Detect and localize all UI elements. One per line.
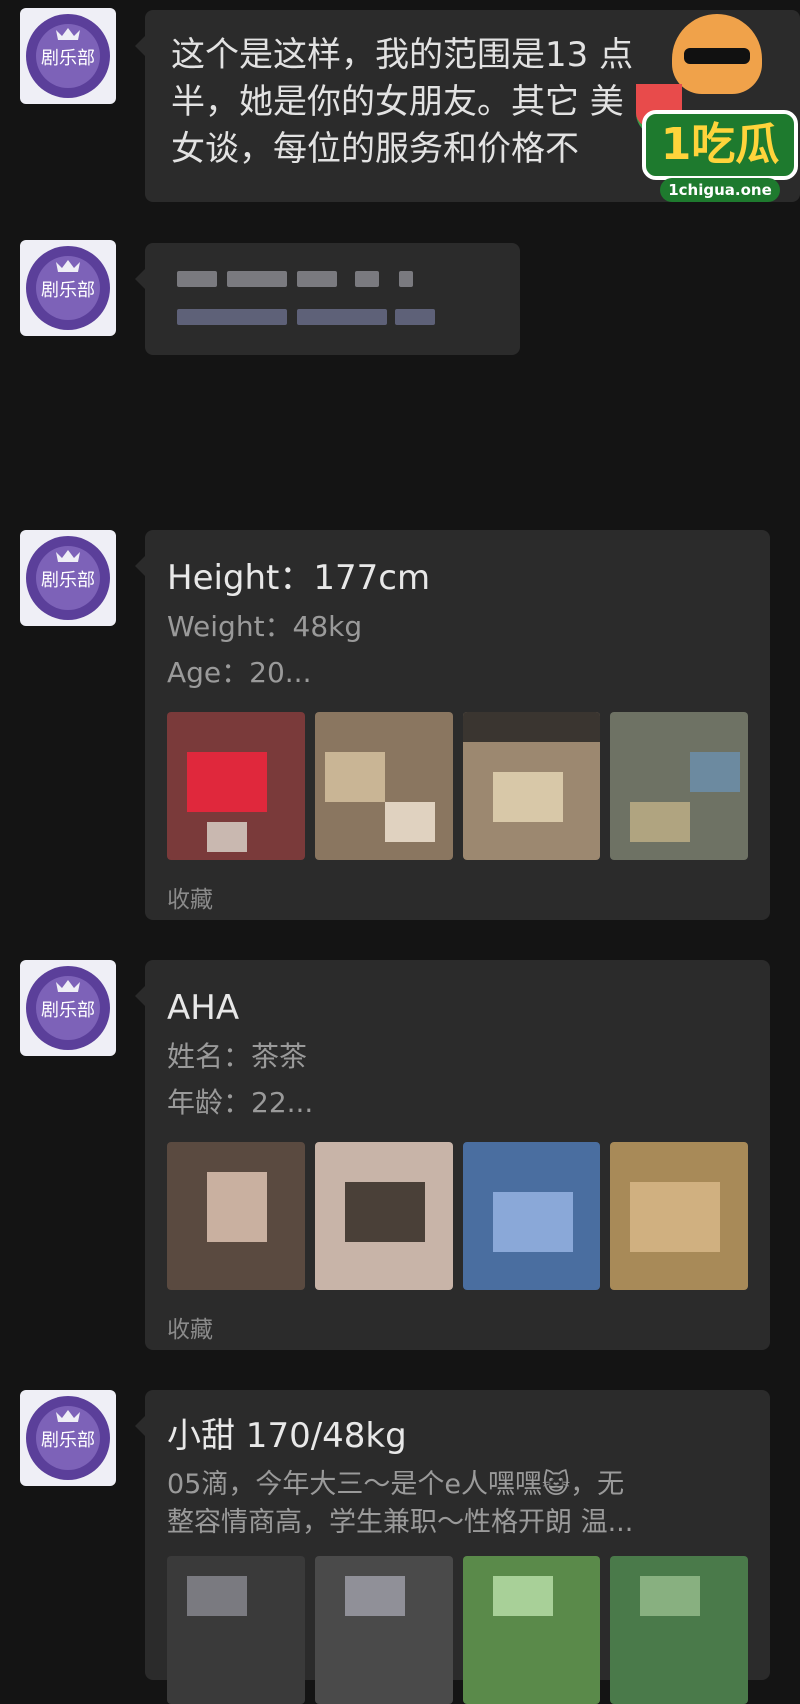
pixelated-text bbox=[399, 271, 413, 287]
sunglasses-icon bbox=[684, 48, 750, 64]
card-line: Weight：48kg bbox=[167, 610, 363, 643]
avatar[interactable]: 剧乐部 bbox=[20, 1390, 116, 1486]
pixelated-text bbox=[297, 309, 387, 325]
profile-card[interactable]: AHA 姓名：茶茶 年龄：22... 收藏 bbox=[135, 960, 770, 1350]
photo-thumbnail[interactable] bbox=[314, 1556, 453, 1704]
profile-card[interactable]: 小甜 170/48kg 05滴，今年大三～是个e人嘿嘿😺，无 整容情商高，学生兼… bbox=[135, 1390, 770, 1704]
blurred-message-bubble[interactable] bbox=[135, 243, 520, 355]
photo-thumbnail[interactable] bbox=[314, 1142, 453, 1290]
pixelated-text bbox=[177, 309, 287, 325]
card-title: AHA bbox=[167, 988, 240, 1028]
thumbnail-row bbox=[167, 1142, 748, 1290]
profile-card[interactable]: Height：177cm Weight：48kg Age：20... 收藏 bbox=[135, 530, 770, 920]
photo-thumbnail[interactable] bbox=[610, 1142, 748, 1290]
photo-thumbnail[interactable] bbox=[167, 712, 305, 860]
photo-thumbnail[interactable] bbox=[167, 1556, 305, 1704]
club-crest-icon: 剧乐部 bbox=[26, 246, 110, 330]
photo-thumbnail[interactable] bbox=[462, 712, 601, 860]
card-title: Height：177cm bbox=[167, 558, 431, 598]
avatar[interactable]: 剧乐部 bbox=[20, 530, 116, 626]
club-crest-icon: 剧乐部 bbox=[26, 1396, 110, 1480]
pixelated-text bbox=[297, 271, 337, 287]
avatar[interactable]: 剧乐部 bbox=[20, 8, 116, 104]
avatar[interactable]: 剧乐部 bbox=[20, 960, 116, 1056]
card-line: 姓名：茶茶 bbox=[167, 1040, 308, 1073]
club-crest-icon: 剧乐部 bbox=[26, 966, 110, 1050]
pixelated-text bbox=[227, 271, 287, 287]
svg-text:剧乐部: 剧乐部 bbox=[41, 280, 95, 301]
svg-text:剧乐部: 剧乐部 bbox=[41, 1430, 95, 1451]
photo-thumbnail[interactable] bbox=[314, 712, 453, 860]
pixelated-text bbox=[355, 271, 379, 287]
svg-text:剧乐部: 剧乐部 bbox=[41, 1000, 95, 1021]
photo-thumbnail[interactable] bbox=[610, 712, 748, 860]
card-title: 小甜 170/48kg bbox=[167, 1416, 407, 1456]
club-crest-icon: 剧乐部 bbox=[26, 536, 110, 620]
watermark-brand: 1吃瓜 bbox=[642, 110, 798, 180]
favorite-label: 收藏 bbox=[167, 1317, 213, 1343]
message-text: 这个是这样，我的范围是13 点 半，她是你的女朋友。其它 美 女谈，每位的服务和… bbox=[171, 35, 634, 169]
photo-thumbnail[interactable] bbox=[462, 1142, 601, 1290]
svg-text:剧乐部: 剧乐部 bbox=[41, 48, 95, 69]
svg-text:剧乐部: 剧乐部 bbox=[41, 570, 95, 591]
photo-thumbnail[interactable] bbox=[610, 1556, 748, 1704]
favorite-label: 收藏 bbox=[167, 887, 213, 913]
club-crest-icon: 剧乐部 bbox=[26, 14, 110, 98]
watermark-logo: 1吃瓜 1chigua.one bbox=[632, 14, 798, 204]
pixelated-text bbox=[177, 271, 217, 287]
thumbnail-row bbox=[167, 1556, 748, 1704]
photo-thumbnail[interactable] bbox=[462, 1556, 601, 1704]
photo-thumbnail[interactable] bbox=[167, 1142, 305, 1290]
watermark-url: 1chigua.one bbox=[660, 178, 780, 202]
thumbnail-row bbox=[167, 712, 748, 860]
avatar[interactable]: 剧乐部 bbox=[20, 240, 116, 336]
card-line: Age：20... bbox=[167, 656, 312, 689]
card-line: 年龄：22... bbox=[167, 1086, 314, 1119]
card-description: 05滴，今年大三～是个e人嘿嘿😺，无 整容情商高，学生兼职～性格开朗 温... bbox=[167, 1469, 634, 1538]
pixelated-text bbox=[395, 309, 435, 325]
